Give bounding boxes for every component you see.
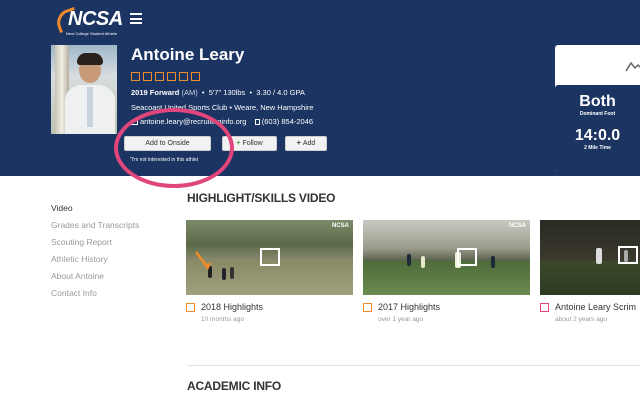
mile-time-label: 2 Mile Time (584, 145, 611, 151)
follow-button[interactable]: + Follow (222, 136, 277, 151)
academic-section-title: ACADEMIC INFO (187, 379, 282, 393)
nav-item-about[interactable]: About Antoine (51, 271, 139, 288)
star-icon (143, 72, 152, 81)
phone-number[interactable]: (603) 854-2046 (262, 117, 313, 126)
star-icon (167, 72, 176, 81)
athlete-summary: 2019 Forward (AM) • 5'7" 130lbs • 3.30 /… (131, 88, 305, 97)
class-year: 2019 (131, 88, 148, 97)
person-plus-icon: + (236, 140, 241, 147)
add-button[interactable]: + Add (285, 136, 327, 151)
plus-icon: + (296, 140, 301, 147)
add-to-onside-button[interactable]: Add to Onside (124, 136, 211, 151)
video-card: NCSA 2018 Highlights 10 months ago (186, 220, 353, 323)
mile-time-value: 14:0.0 (574, 127, 621, 144)
stats-card: Both Dominant Foot 14:0.0 2 Mile Time (555, 45, 640, 172)
logo-text: NCSA (68, 8, 123, 30)
video-card: NCSA 2017 Highlights over 1 year ago (363, 220, 530, 323)
add-to-onside-label: Add to Onside (145, 140, 190, 147)
email-link[interactable]: antoine.leary@recruitinginfo.org (140, 117, 246, 126)
focus-box-icon (260, 248, 280, 266)
section-divider (187, 365, 640, 366)
star-icon (155, 72, 164, 81)
video-thumbnail[interactable]: NCSA (363, 220, 530, 295)
video-age: over 1 year ago (378, 316, 424, 323)
nav-item-scouting[interactable]: Scouting Report (51, 237, 139, 254)
profile-side-nav: Video Grades and Transcripts Scouting Re… (51, 203, 139, 305)
video-title[interactable]: 2018 Highlights (201, 302, 263, 312)
nav-item-video[interactable]: Video (51, 203, 139, 220)
position: Forward (149, 88, 180, 97)
video-select-checkbox[interactable] (540, 303, 549, 312)
follow-label: Follow (242, 140, 263, 147)
nav-item-contact[interactable]: Contact Info (51, 288, 139, 305)
mountain-emblem-icon (625, 61, 640, 72)
video-select-checkbox[interactable] (363, 303, 372, 312)
watermark: NCSA (508, 223, 526, 229)
video-thumbnail[interactable] (540, 220, 640, 295)
not-interested-link[interactable]: "I'm not interested in this athlet (130, 157, 198, 163)
email-icon (131, 119, 138, 125)
highlight-section-title: HIGHLIGHT/SKILLS VIDEO (187, 191, 336, 205)
gpa: 3.30 / 4.0 GPA (256, 88, 305, 97)
star-icon (131, 72, 140, 81)
logo-tagline: Next College Student Athlete (66, 31, 118, 36)
nav-item-athletic-history[interactable]: Athletic History (51, 254, 139, 271)
hamburger-menu-icon[interactable] (130, 13, 142, 24)
stats-panel: Both Dominant Foot 14:0.0 2 Mile Time (555, 85, 640, 172)
contact-line: antoine.leary@recruitinginfo.org (603) 8… (131, 117, 313, 126)
add-label: Add (302, 140, 316, 147)
video-title[interactable]: Antoine Leary Scrim (555, 302, 636, 312)
phone-icon (254, 119, 260, 126)
height-weight: 5'7" 130lbs (208, 88, 246, 97)
video-card: Antoine Leary Scrim about 2 years ago (540, 220, 640, 323)
video-title[interactable]: 2017 Highlights (378, 302, 440, 312)
star-icon (179, 72, 188, 81)
focus-box-icon (457, 248, 477, 266)
athlete-name: Antoine Leary (131, 45, 245, 64)
video-thumbnail[interactable]: NCSA (186, 220, 353, 295)
ncsa-logo[interactable]: NCSA Next College Student Athlete (53, 6, 123, 38)
video-age: 10 months ago (201, 316, 245, 323)
nav-item-grades[interactable]: Grades and Transcripts (51, 220, 139, 237)
video-select-checkbox[interactable] (186, 303, 195, 312)
dominant-foot-value: Both (579, 93, 616, 110)
arrow-icon (195, 251, 211, 270)
video-age: about 2 years ago (555, 316, 608, 323)
star-icon (191, 72, 200, 81)
focus-box-icon (618, 246, 638, 264)
profile-header: NCSA Next College Student Athlete Antoin… (0, 0, 640, 188)
position-code: (AM) (181, 88, 198, 97)
watermark: NCSA (331, 223, 349, 229)
star-rating (131, 72, 200, 81)
club-location: Seacoast United Sports Club • Weare, New… (131, 103, 314, 112)
avatar (51, 45, 117, 134)
